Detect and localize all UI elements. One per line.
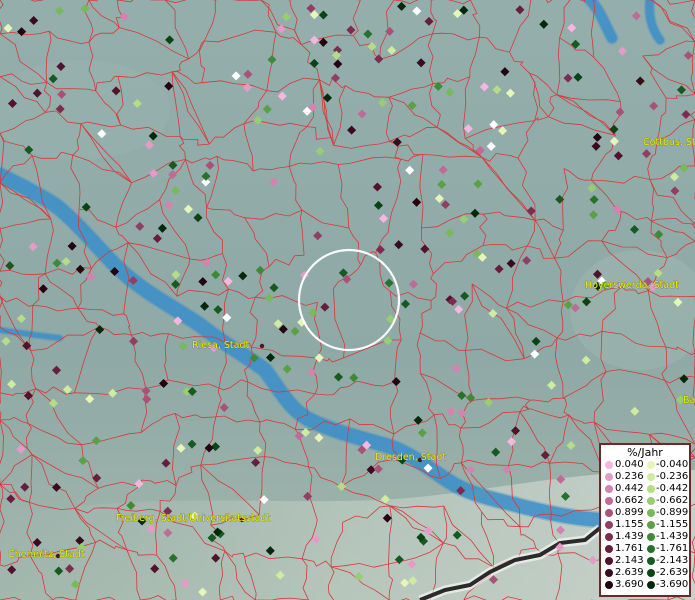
city-label[interactable]: Chemnitz, Stadt: [8, 549, 85, 561]
legend-value-positive: 0.662: [615, 495, 644, 506]
legend-row: 0.899 -0.899: [601, 507, 689, 519]
legend-row: 1.761 -1.761: [601, 543, 689, 555]
legend-row: 1.439 -1.439: [601, 531, 689, 543]
legend-swatch-positive: [605, 461, 613, 469]
legend-swatch-negative: [647, 533, 655, 541]
legend-value-negative: -0.236: [656, 471, 689, 482]
legend-swatch-positive: [605, 509, 613, 517]
legend-value-positive: 0.899: [615, 507, 644, 518]
city-label[interactable]: Hoyerswerda, Stadt: [585, 280, 680, 292]
legend-swatch-positive: [605, 581, 613, 589]
legend-value-negative: -1.439: [656, 531, 689, 542]
legend-row: 1.155 -1.155: [601, 519, 689, 531]
legend-value-negative: -0.040: [656, 459, 689, 470]
legend-value-negative: -1.155: [656, 519, 689, 530]
city-label[interactable]: Freiberg, Stadt/Universitatsstadt: [116, 513, 271, 525]
legend-swatch-negative: [647, 557, 655, 565]
legend-swatch-negative: [647, 509, 655, 517]
legend-value-positive: 0.442: [615, 483, 644, 494]
legend-value-positive: 2.639: [615, 567, 644, 578]
legend-swatch-positive: [605, 485, 613, 493]
map-legend: %/Jahr 0.040 -0.040 0.236 -0.236 0.442 -0.442…: [599, 443, 691, 597]
legend-swatch-positive: [605, 497, 613, 505]
legend-swatch-positive: [605, 533, 613, 541]
legend-value-positive: 2.143: [615, 555, 644, 566]
legend-value-positive: 1.439: [615, 531, 644, 542]
city-label[interactable]: Riesa, Stadt: [192, 340, 250, 352]
legend-value-negative: -0.899: [656, 507, 689, 518]
legend-swatch-negative: [647, 545, 655, 553]
legend-value-negative: -3.690: [656, 579, 689, 590]
city-marker: [259, 343, 265, 349]
legend-swatch-negative: [647, 581, 655, 589]
legend-row: 2.639 -2.639: [601, 567, 689, 579]
legend-value-negative: -0.662: [656, 495, 689, 506]
legend-swatch-negative: [647, 521, 655, 529]
legend-title: %/Jahr: [627, 446, 663, 459]
legend-swatch-negative: [647, 569, 655, 577]
map-canvas[interactable]: Cottbus, St Hoyerswerda, Stadt Riesa, Stad…: [0, 0, 695, 600]
legend-value-positive: 1.761: [615, 543, 644, 554]
city-label[interactable]: Dresden, Stadt: [375, 452, 447, 464]
legend-swatch-positive: [605, 569, 613, 577]
legend-swatch-positive: [605, 557, 613, 565]
legend-swatch-positive: [605, 545, 613, 553]
legend-swatch-negative: [647, 497, 655, 505]
legend-swatch-negative: [647, 485, 655, 493]
legend-value-positive: 0.236: [615, 471, 644, 482]
legend-value-negative: -0.442: [656, 483, 689, 494]
legend-swatch-positive: [605, 473, 613, 481]
legend-row: 0.040 -0.040: [601, 459, 689, 471]
legend-value-positive: 3.690: [615, 579, 644, 590]
legend-swatch-negative: [647, 461, 655, 469]
legend-row: 3.690 -3.690: [601, 579, 689, 591]
legend-swatch-negative: [647, 473, 655, 481]
legend-row: 0.236 -0.236: [601, 471, 689, 483]
city-label[interactable]: Ba: [683, 395, 695, 407]
legend-value-negative: -2.143: [656, 555, 689, 566]
legend-value-negative: -1.761: [656, 543, 689, 554]
legend-value-positive: 1.155: [615, 519, 644, 530]
legend-value-positive: 0.040: [615, 459, 644, 470]
legend-row: 0.662 -0.662: [601, 495, 689, 507]
legend-swatch-positive: [605, 521, 613, 529]
legend-row: 2.143 -2.143: [601, 555, 689, 567]
legend-row: 0.442 -0.442: [601, 483, 689, 495]
city-label[interactable]: Cottbus, St: [643, 137, 695, 149]
legend-value-negative: -2.639: [656, 567, 689, 578]
